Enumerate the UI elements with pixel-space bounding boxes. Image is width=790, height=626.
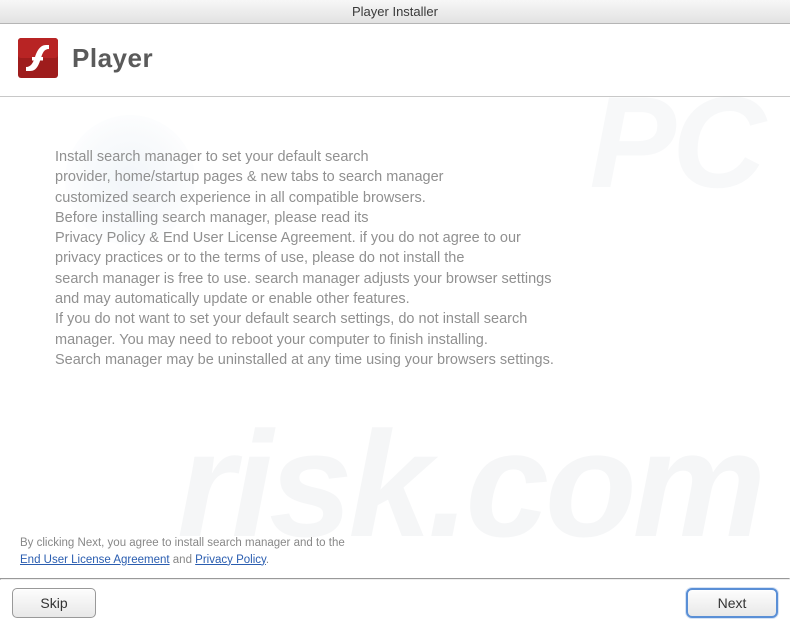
footer-suffix: . — [266, 554, 269, 566]
button-row: Skip Next — [0, 580, 790, 626]
installer-title: Player — [72, 43, 153, 74]
privacy-policy-link[interactable]: Privacy Policy — [195, 554, 266, 566]
flash-player-icon — [18, 38, 58, 78]
footer-and: and — [170, 554, 196, 566]
eula-link[interactable]: End User License Agreement — [20, 554, 170, 566]
installer-header: Player — [0, 24, 790, 97]
footer-agreement: By clicking Next, you agree to install s… — [0, 531, 790, 578]
footer-prefix: By clicking Next, you agree to install s… — [20, 537, 345, 549]
next-button[interactable]: Next — [686, 588, 778, 618]
content-area: PC risk.com Install search manager to se… — [0, 97, 790, 531]
installer-body-text: Install search manager to set your defau… — [0, 97, 790, 390]
window-title: Player Installer — [352, 4, 438, 19]
skip-button[interactable]: Skip — [12, 588, 96, 618]
window-titlebar: Player Installer — [0, 0, 790, 24]
